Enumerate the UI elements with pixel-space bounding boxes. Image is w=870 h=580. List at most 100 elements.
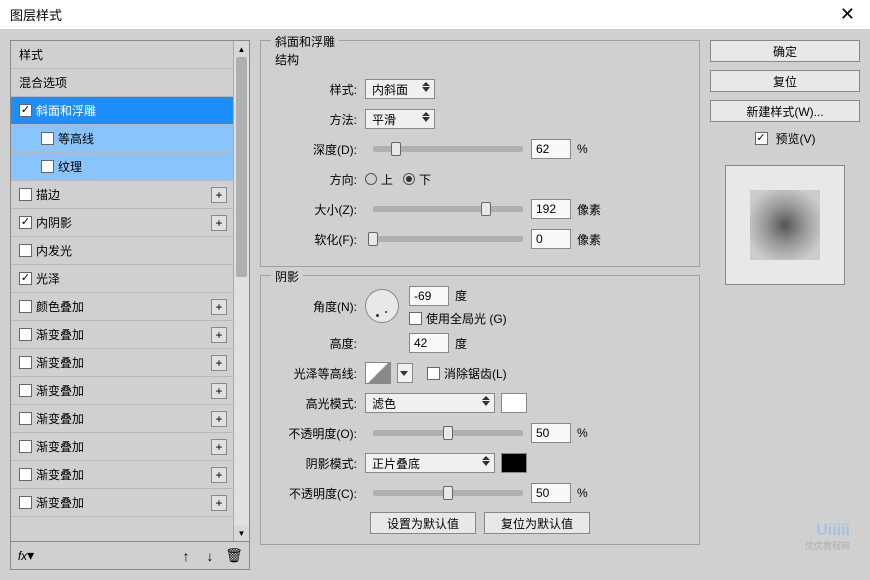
style-item[interactable]: 内阴影+ xyxy=(11,209,233,237)
add-effect-icon[interactable]: + xyxy=(211,187,227,203)
make-default-button[interactable]: 设置为默认值 xyxy=(370,512,476,534)
style-item-checkbox[interactable] xyxy=(19,384,32,397)
style-item[interactable]: 斜面和浮雕 xyxy=(11,97,233,125)
scrollbar-thumb[interactable] xyxy=(236,57,247,277)
style-item-checkbox[interactable] xyxy=(19,468,32,481)
add-effect-icon[interactable]: + xyxy=(211,355,227,371)
style-item[interactable]: 内发光 xyxy=(11,237,233,265)
sidebar-header-blend[interactable]: 混合选项 xyxy=(11,69,233,97)
direction-up-radio[interactable]: 上 xyxy=(365,171,393,188)
soften-slider[interactable] xyxy=(373,236,523,242)
style-label: 样式: xyxy=(275,81,365,98)
style-item[interactable]: 颜色叠加+ xyxy=(11,293,233,321)
style-item-checkbox[interactable] xyxy=(19,328,32,341)
fx-icon[interactable]: fx▾ xyxy=(17,547,35,565)
shadow-mode-select[interactable]: 正片叠底 xyxy=(365,453,495,473)
style-item[interactable]: 渐变叠加+ xyxy=(11,433,233,461)
size-input[interactable] xyxy=(531,199,571,219)
soften-unit: 像素 xyxy=(577,231,601,248)
shadow-opacity-slider[interactable] xyxy=(373,490,523,496)
preview-checkbox[interactable] xyxy=(755,132,768,145)
style-item-checkbox[interactable] xyxy=(19,272,32,285)
style-item-checkbox[interactable] xyxy=(19,216,32,229)
style-item[interactable]: 渐变叠加+ xyxy=(11,489,233,517)
highlight-mode-select[interactable]: 滤色 xyxy=(365,393,495,413)
style-item-checkbox[interactable] xyxy=(19,496,32,509)
move-up-icon[interactable]: ↑ xyxy=(177,547,195,565)
new-style-button[interactable]: 新建样式(W)... xyxy=(710,100,860,122)
size-label: 大小(Z): xyxy=(275,201,365,218)
add-effect-icon[interactable]: + xyxy=(211,383,227,399)
depth-input[interactable] xyxy=(531,139,571,159)
highlight-opacity-label: 不透明度(O): xyxy=(275,425,365,442)
style-select[interactable]: 内斜面 xyxy=(365,79,435,99)
style-item-checkbox[interactable] xyxy=(19,104,32,117)
scroll-up-icon[interactable]: ▲ xyxy=(234,41,249,57)
settings-panel: 斜面和浮雕 结构 样式: 内斜面 方法: 平滑 深度(D): % 方向: xyxy=(260,40,700,570)
add-effect-icon[interactable]: + xyxy=(211,215,227,231)
close-icon[interactable]: ✕ xyxy=(835,4,860,25)
size-unit: 像素 xyxy=(577,201,601,218)
add-effect-icon[interactable]: + xyxy=(211,411,227,427)
style-item[interactable]: 渐变叠加+ xyxy=(11,405,233,433)
highlight-opacity-slider[interactable] xyxy=(373,430,523,436)
style-item-checkbox[interactable] xyxy=(19,356,32,369)
size-slider[interactable] xyxy=(373,206,523,212)
style-item-checkbox[interactable] xyxy=(19,188,32,201)
soften-input[interactable] xyxy=(531,229,571,249)
scroll-down-icon[interactable]: ▼ xyxy=(234,525,249,541)
style-item-checkbox[interactable] xyxy=(19,300,32,313)
add-effect-icon[interactable]: + xyxy=(211,299,227,315)
shadow-mode-label: 阴影模式: xyxy=(275,455,365,472)
highlight-mode-label: 高光模式: xyxy=(275,395,365,412)
style-item-checkbox[interactable] xyxy=(19,412,32,425)
style-item[interactable]: 光泽 xyxy=(11,265,233,293)
add-effect-icon[interactable]: + xyxy=(211,495,227,511)
style-item-checkbox[interactable] xyxy=(19,440,32,453)
shadow-color-swatch[interactable] xyxy=(501,453,527,473)
scrollbar[interactable]: ▲ ▼ xyxy=(233,41,249,541)
move-down-icon[interactable]: ↓ xyxy=(201,547,219,565)
add-effect-icon[interactable]: + xyxy=(211,439,227,455)
style-item-label: 渐变叠加 xyxy=(36,466,84,483)
shadow-opacity-input[interactable] xyxy=(531,483,571,503)
highlight-color-swatch[interactable] xyxy=(501,393,527,413)
style-item[interactable]: 渐变叠加 + xyxy=(11,461,233,489)
style-item[interactable]: 渐变叠加+ xyxy=(11,349,233,377)
angle-dial[interactable] xyxy=(365,289,399,323)
style-item-label: 渐变叠加 xyxy=(36,382,84,399)
altitude-label: 高度: xyxy=(275,335,365,352)
style-item-label: 光泽 xyxy=(36,270,60,287)
altitude-input[interactable] xyxy=(409,333,449,353)
style-item-checkbox[interactable] xyxy=(41,160,54,173)
styles-sidebar: 样式 混合选项 斜面和浮雕等高线纹理描边+内阴影+内发光光泽颜色叠加+ 渐变叠加 +… xyxy=(10,40,250,570)
style-item[interactable]: 描边+ xyxy=(11,181,233,209)
reset-default-button[interactable]: 复位为默认值 xyxy=(484,512,590,534)
highlight-opacity-input[interactable] xyxy=(531,423,571,443)
style-item-label: 斜面和浮雕 xyxy=(36,102,96,119)
antialias-checkbox[interactable] xyxy=(427,367,440,380)
global-light-checkbox[interactable] xyxy=(409,312,422,325)
structure-label: 结构 xyxy=(275,51,685,68)
add-effect-icon[interactable]: + xyxy=(211,327,227,343)
angle-input[interactable] xyxy=(409,286,449,306)
style-item[interactable]: 渐变叠加 + xyxy=(11,377,233,405)
style-item-checkbox[interactable] xyxy=(41,132,54,145)
style-item[interactable]: 等高线 xyxy=(11,125,233,153)
ok-button[interactable]: 确定 xyxy=(710,40,860,62)
fieldset-legend-shading: 阴影 xyxy=(271,268,303,285)
preview-label: 预览(V) xyxy=(776,130,816,147)
depth-slider[interactable] xyxy=(373,146,523,152)
sidebar-header-style[interactable]: 样式 xyxy=(11,41,233,69)
style-item[interactable]: 纹理 xyxy=(11,153,233,181)
cancel-button[interactable]: 复位 xyxy=(710,70,860,92)
method-select[interactable]: 平滑 xyxy=(365,109,435,129)
gloss-contour-dropdown[interactable] xyxy=(397,363,413,383)
style-item[interactable]: 渐变叠加+ xyxy=(11,321,233,349)
style-item-checkbox[interactable] xyxy=(19,244,32,257)
trash-icon[interactable]: 🗑 xyxy=(225,547,243,565)
gloss-contour-picker[interactable] xyxy=(365,362,391,384)
add-effect-icon[interactable]: + xyxy=(211,467,227,483)
angle-unit: 度 xyxy=(455,287,467,304)
direction-down-radio[interactable]: 下 xyxy=(403,171,431,188)
